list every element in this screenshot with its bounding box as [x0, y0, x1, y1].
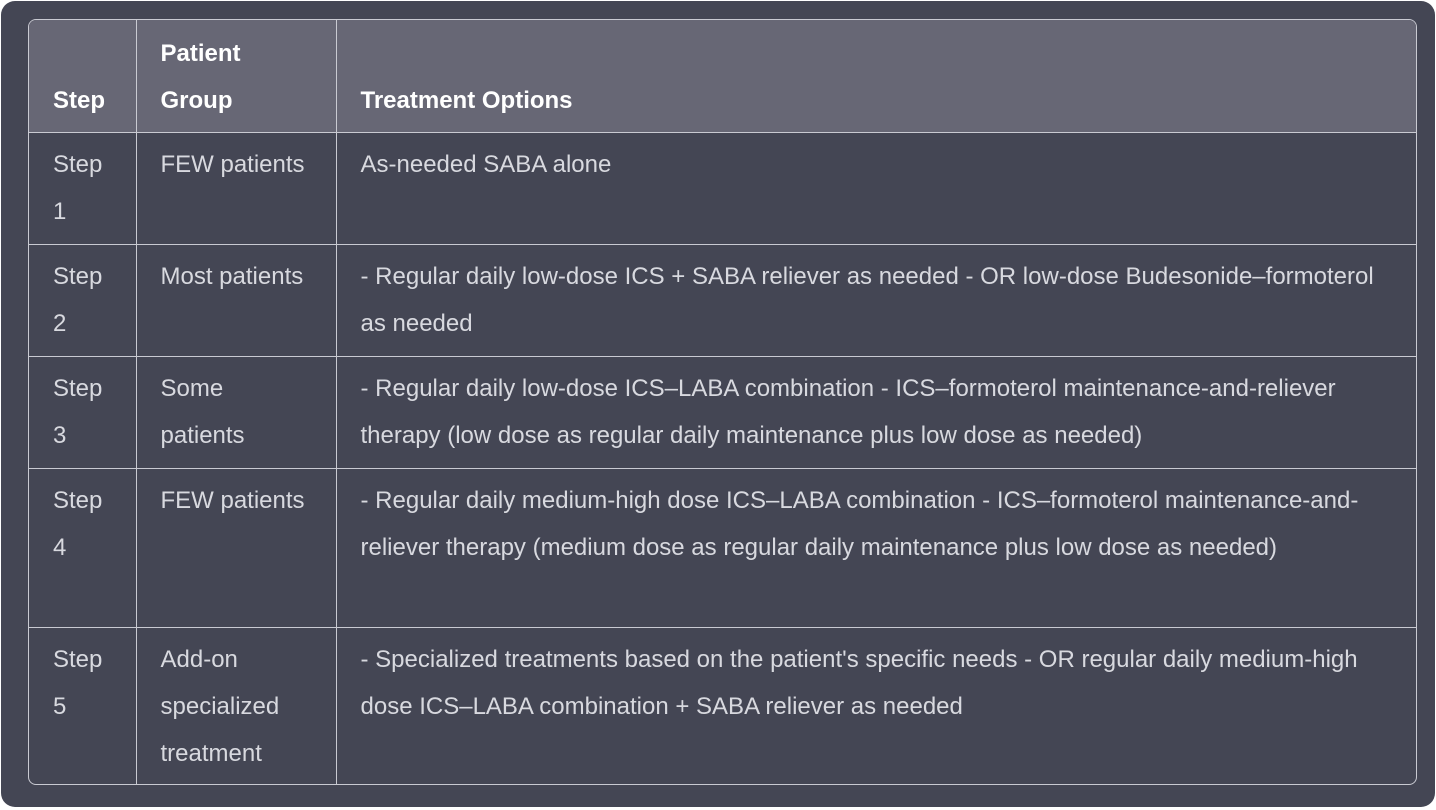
asthma-treatment-table: Step Patient Group Treatment Options Ste…	[29, 20, 1416, 784]
step-cell: Step 1	[29, 131, 137, 245]
message-panel: Step Patient Group Treatment Options Ste…	[1, 1, 1435, 807]
treatment-cell: - Regular daily medium-high dose ICS–LAB…	[335, 467, 1416, 628]
treatment-cell: - Specialized treatments based on the pa…	[335, 626, 1416, 784]
table-row: Step 1 FEW patients As-needed SABA alone	[29, 131, 1416, 245]
header-patient-group: Patient Group	[135, 20, 337, 133]
step-cell: Step 5	[29, 626, 137, 784]
patient-group-cell: FEW patients	[135, 131, 337, 245]
table-row: Step 5 Add-on specialized treatment - Sp…	[29, 626, 1416, 784]
table-row: Step 4 FEW patients - Regular daily medi…	[29, 467, 1416, 628]
table-container: Step Patient Group Treatment Options Ste…	[28, 19, 1417, 785]
step-cell: Step 3	[29, 355, 137, 469]
table-row: Step 2 Most patients - Regular daily low…	[29, 243, 1416, 357]
treatment-cell: - Regular daily low-dose ICS–LABA combin…	[335, 355, 1416, 469]
patient-group-cell: Some patients	[135, 355, 337, 469]
patient-group-cell: Add-on specialized treatment	[135, 626, 337, 784]
header-treatment-options: Treatment Options	[335, 20, 1416, 133]
step-cell: Step 2	[29, 243, 137, 357]
table-row: Step 3 Some patients - Regular daily low…	[29, 355, 1416, 469]
patient-group-cell: FEW patients	[135, 467, 337, 628]
table-header-row: Step Patient Group Treatment Options	[29, 20, 1416, 133]
step-cell: Step 4	[29, 467, 137, 628]
patient-group-cell: Most patients	[135, 243, 337, 357]
treatment-cell: As-needed SABA alone	[335, 131, 1416, 245]
treatment-cell: - Regular daily low-dose ICS + SABA reli…	[335, 243, 1416, 357]
header-step: Step	[29, 20, 137, 133]
